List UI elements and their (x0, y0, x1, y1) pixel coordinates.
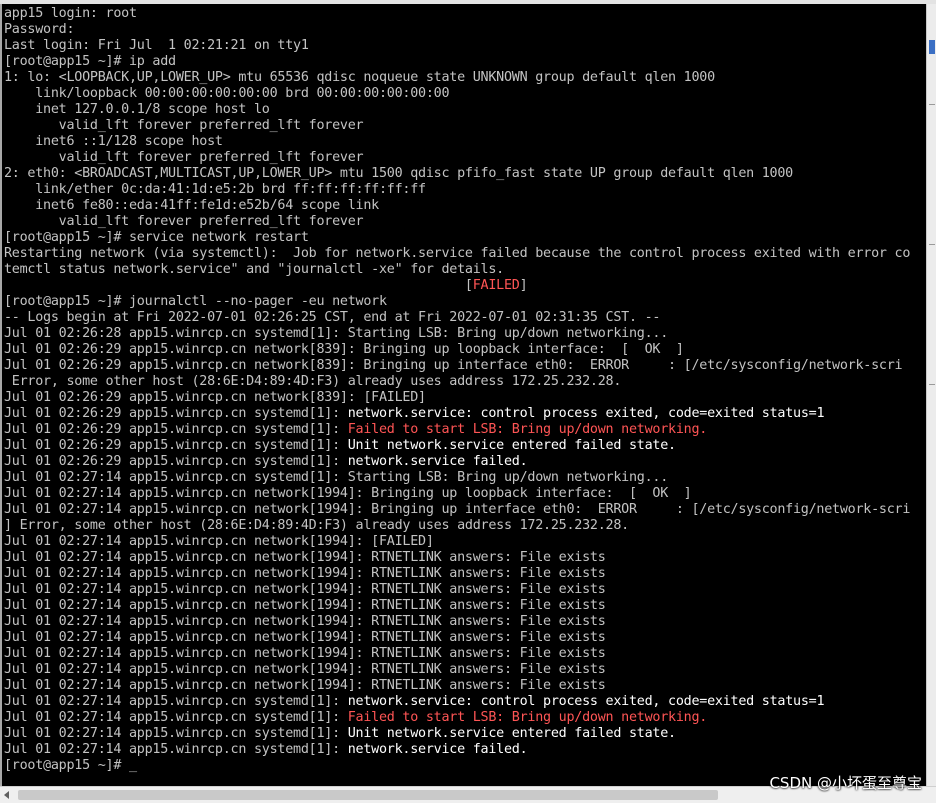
terminal-line: 2: eth0: <BROADCAST,MULTICAST,UP,LOWER_U… (4, 166, 793, 181)
terminal-line-pre: Jul 01 02:26:29 app15.winrcp.cn systemd[… (4, 438, 348, 453)
terminal-line-bright: network.service: control process exited,… (347, 406, 825, 421)
terminal-line: -- Logs begin at Fri 2022-07-01 02:26:25… (4, 310, 661, 325)
terminal-line: Jul 01 02:27:14 app15.winrcp.cn network[… (4, 646, 606, 661)
terminal-line-pre: Jul 01 02:27:14 app15.winrcp.cn systemd[… (4, 694, 348, 709)
terminal-line: ] Error, some other host (28:6E:D4:89:4D… (4, 518, 629, 533)
terminal-line-bright: network.service: control process exited,… (347, 694, 825, 709)
terminal-line: Restarting network (via systemctl): Job … (4, 246, 911, 261)
terminal-line: link/ether 0c:da:41:1d:e5:2b brd ff:ff:f… (4, 182, 426, 197)
terminal-line: [root@app15 ~]# journalctl --no-pager -e… (4, 294, 387, 309)
terminal-line: Error, some other host (28:6E:D4:89:4D:F… (4, 374, 622, 389)
terminal-line: inet6 fe80::eda:41ff:fe1d:e52b/64 scope … (4, 198, 379, 213)
terminal-line: [root@app15 ~]# _ (4, 758, 137, 773)
terminal-line: Jul 01 02:27:14 app15.winrcp.cn network[… (4, 614, 606, 629)
terminal-line: Jul 01 02:27:14 app15.winrcp.cn systemd[… (4, 742, 528, 758)
side-panel-tick (929, 104, 935, 105)
side-panel-tick (929, 384, 935, 385)
terminal-line-pre: [ (4, 278, 473, 293)
terminal-line: [FAILED] (4, 278, 528, 294)
terminal-line-pre: Jul 01 02:26:29 app15.winrcp.cn systemd[… (4, 406, 348, 421)
terminal-line: Jul 01 02:27:14 app15.winrcp.cn systemd[… (4, 726, 676, 742)
terminal-line: Jul 01 02:27:14 app15.winrcp.cn systemd[… (4, 470, 669, 485)
terminal-line-bright: network.service failed. (347, 454, 528, 469)
terminal-line: Jul 01 02:27:14 app15.winrcp.cn systemd[… (4, 694, 825, 710)
terminal-line-pre: Jul 01 02:27:14 app15.winrcp.cn systemd[… (4, 742, 348, 757)
terminal-line: Jul 01 02:26:29 app15.winrcp.cn systemd[… (4, 454, 528, 470)
terminal-line-pre: Jul 01 02:27:14 app15.winrcp.cn systemd[… (4, 710, 348, 725)
terminal-line: Jul 01 02:27:14 app15.winrcp.cn network[… (4, 486, 692, 501)
terminal-line: Jul 01 02:27:14 app15.winrcp.cn network[… (4, 582, 606, 597)
terminal-line: inet 127.0.0.1/8 scope host lo (4, 102, 270, 117)
terminal-line: app15 login: root (4, 6, 137, 21)
terminal-line: Jul 01 02:27:14 app15.winrcp.cn network[… (4, 630, 606, 645)
terminal-line-pre: Jul 01 02:26:29 app15.winrcp.cn systemd[… (4, 422, 348, 437)
terminal-line: valid_lft forever preferred_lft forever (4, 118, 364, 133)
terminal-line: Jul 01 02:26:29 app15.winrcp.cn network[… (4, 358, 903, 373)
terminal-line-red: FAILED (472, 278, 520, 293)
terminal-line: Jul 01 02:26:29 app15.winrcp.cn network[… (4, 390, 426, 405)
terminal-line: Last login: Fri Jul 1 02:21:21 on tty1 (4, 38, 309, 53)
terminal-line: Jul 01 02:27:14 app15.winrcp.cn network[… (4, 662, 606, 677)
terminal-line: Jul 01 02:26:29 app15.winrcp.cn systemd[… (4, 406, 825, 422)
terminal-line: valid_lft forever preferred_lft forever (4, 150, 364, 165)
terminal-line: temctl status network.service" and "jour… (4, 262, 504, 277)
csdn-watermark: CSDN @小坏蛋至尊宝 (769, 774, 922, 792)
terminal-line: Password: (4, 22, 75, 37)
terminal-line-red: Failed to start LSB: Bring up/down netwo… (347, 710, 708, 725)
terminal-line: Jul 01 02:27:14 app15.winrcp.cn network[… (4, 678, 606, 693)
terminal-line: Jul 01 02:26:29 app15.winrcp.cn network[… (4, 342, 684, 357)
terminal-line: Jul 01 02:26:29 app15.winrcp.cn systemd[… (4, 438, 676, 454)
terminal-line: Jul 01 02:26:29 app15.winrcp.cn systemd[… (4, 422, 707, 438)
side-panel-marker (929, 40, 935, 54)
terminal-line: link/loopback 00:00:00:00:00:00 brd 00:0… (4, 86, 450, 101)
scroll-left-arrow-icon[interactable] (4, 791, 9, 799)
terminal-console[interactable]: app15 login: root Password: Last login: Fr… (2, 4, 926, 786)
terminal-line: Jul 01 02:27:14 app15.winrcp.cn network[… (4, 502, 911, 517)
terminal-line: Jul 01 02:27:14 app15.winrcp.cn network[… (4, 598, 606, 613)
terminal-line: valid_lft forever preferred_lft forever (4, 214, 364, 229)
terminal-line: [root@app15 ~]# service network restart (4, 230, 309, 245)
terminal-line-pre: Jul 01 02:27:14 app15.winrcp.cn systemd[… (4, 726, 348, 741)
terminal-line-red: Failed to start LSB: Bring up/down netwo… (347, 422, 708, 437)
terminal-line: Jul 01 02:27:14 app15.winrcp.cn network[… (4, 566, 606, 581)
terminal-line: inet6 ::1/128 scope host (4, 134, 223, 149)
terminal-line-bright: Unit network.service entered failed stat… (347, 726, 676, 741)
terminal-line: Jul 01 02:27:14 app15.winrcp.cn network[… (4, 534, 434, 549)
terminal-line-post: ] (519, 278, 528, 293)
terminal-line: [root@app15 ~]# ip add (4, 54, 176, 69)
side-panel-tick (929, 244, 935, 245)
terminal-line: Jul 01 02:26:28 app15.winrcp.cn systemd[… (4, 326, 669, 341)
terminal-line: Jul 01 02:27:14 app15.winrcp.cn systemd[… (4, 710, 707, 726)
terminal-line-pre: Jul 01 02:26:29 app15.winrcp.cn systemd[… (4, 454, 348, 469)
terminal-line-bright: network.service failed. (347, 742, 528, 757)
terminal-line: 1: lo: <LOOPBACK,UP,LOWER_UP> mtu 65536 … (4, 70, 715, 85)
horizontal-scrollbar-thumb[interactable] (18, 790, 718, 800)
terminal-line-bright: Unit network.service entered failed stat… (347, 438, 676, 453)
side-panel (926, 4, 936, 786)
terminal-line: Jul 01 02:27:14 app15.winrcp.cn network[… (4, 550, 606, 565)
